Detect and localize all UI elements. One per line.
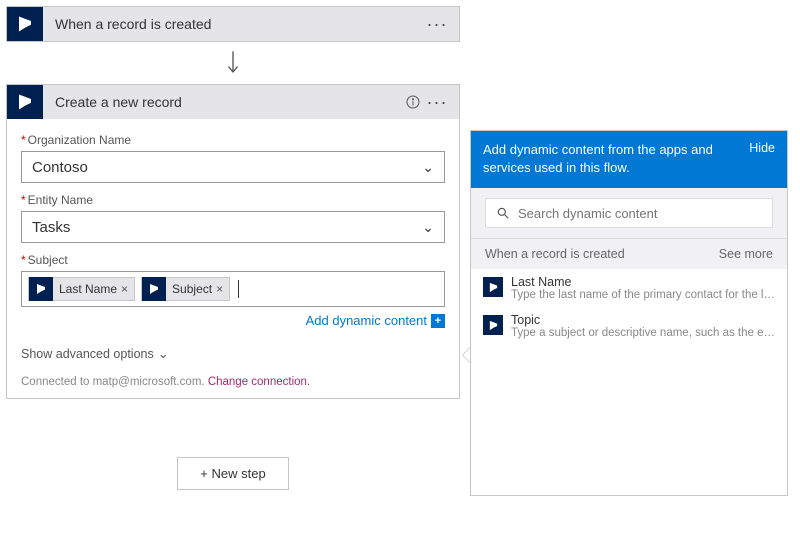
dynamics-icon xyxy=(142,277,166,301)
connection-info: Connected to matp@microsoft.com. Change … xyxy=(21,376,445,388)
connector-arrow xyxy=(6,48,460,78)
dc-section-title: When a record is created xyxy=(485,247,625,261)
dc-header-text: Add dynamic content from the apps and se… xyxy=(483,141,741,176)
action-card: Create a new record ··· *Organization Na… xyxy=(6,84,460,399)
entity-value: Tasks xyxy=(32,219,70,236)
dynamic-content-panel: Add dynamic content from the apps and se… xyxy=(470,130,788,496)
add-dynamic-content-link[interactable]: Add dynamic content xyxy=(306,313,427,328)
add-dynamic-content-icon[interactable]: + xyxy=(431,314,445,328)
entity-label: *Entity Name xyxy=(21,193,445,207)
subject-input[interactable]: Last Name × Subject × xyxy=(21,271,445,307)
text-cursor xyxy=(238,280,239,298)
dc-item-title: Last Name xyxy=(511,275,775,289)
entity-select[interactable]: Tasks ⌄ xyxy=(21,211,445,243)
token-label: Last Name xyxy=(59,282,117,296)
dc-item-desc: Type a subject or descriptive name, such… xyxy=(511,327,775,339)
token-last-name[interactable]: Last Name × xyxy=(28,277,135,301)
dynamics-icon xyxy=(7,85,43,119)
dynamics-icon xyxy=(483,277,503,297)
action-menu-button[interactable]: ··· xyxy=(425,92,449,113)
dc-see-more-link[interactable]: See more xyxy=(719,247,773,261)
subject-label: *Subject xyxy=(21,253,445,267)
trigger-menu-button[interactable]: ··· xyxy=(425,14,449,35)
show-advanced-toggle[interactable]: Show advanced options ⌄ xyxy=(21,346,445,362)
dynamics-icon xyxy=(483,315,503,335)
trigger-title: When a record is created xyxy=(43,16,425,32)
trigger-card: When a record is created ··· xyxy=(6,6,460,42)
change-connection-link[interactable]: Change connection. xyxy=(208,376,310,388)
org-label: *Organization Name xyxy=(21,133,445,147)
dc-panel-header: Add dynamic content from the apps and se… xyxy=(471,131,787,188)
advanced-label: Show advanced options xyxy=(21,347,154,361)
trigger-header[interactable]: When a record is created ··· xyxy=(7,7,459,41)
info-icon[interactable] xyxy=(401,94,425,110)
callout-pointer xyxy=(463,348,470,362)
new-step-button[interactable]: + New step xyxy=(177,457,288,490)
dc-item-desc: Type the last name of the primary contac… xyxy=(511,289,775,301)
dynamics-icon xyxy=(29,277,53,301)
token-subject[interactable]: Subject × xyxy=(141,277,230,301)
chevron-down-icon: ⌄ xyxy=(422,219,434,236)
org-value: Contoso xyxy=(32,159,88,176)
action-title: Create a new record xyxy=(43,94,401,110)
token-remove-icon[interactable]: × xyxy=(121,282,128,296)
dc-item-last-name[interactable]: Last Name Type the last name of the prim… xyxy=(471,269,787,307)
chevron-down-icon: ⌄ xyxy=(422,159,434,176)
token-remove-icon[interactable]: × xyxy=(216,282,223,296)
dc-item-title: Topic xyxy=(511,313,775,327)
dc-item-topic[interactable]: Topic Type a subject or descriptive name… xyxy=(471,307,787,345)
dynamics-icon xyxy=(7,7,43,41)
org-select[interactable]: Contoso ⌄ xyxy=(21,151,445,183)
dc-search-box[interactable] xyxy=(485,198,773,228)
search-icon xyxy=(496,206,510,220)
dc-empty-area xyxy=(471,345,787,495)
dc-hide-link[interactable]: Hide xyxy=(749,141,775,155)
dc-search-input[interactable] xyxy=(518,206,762,221)
token-label: Subject xyxy=(172,282,212,296)
chevron-down-icon: ⌄ xyxy=(158,346,169,362)
action-header[interactable]: Create a new record ··· xyxy=(7,85,459,119)
